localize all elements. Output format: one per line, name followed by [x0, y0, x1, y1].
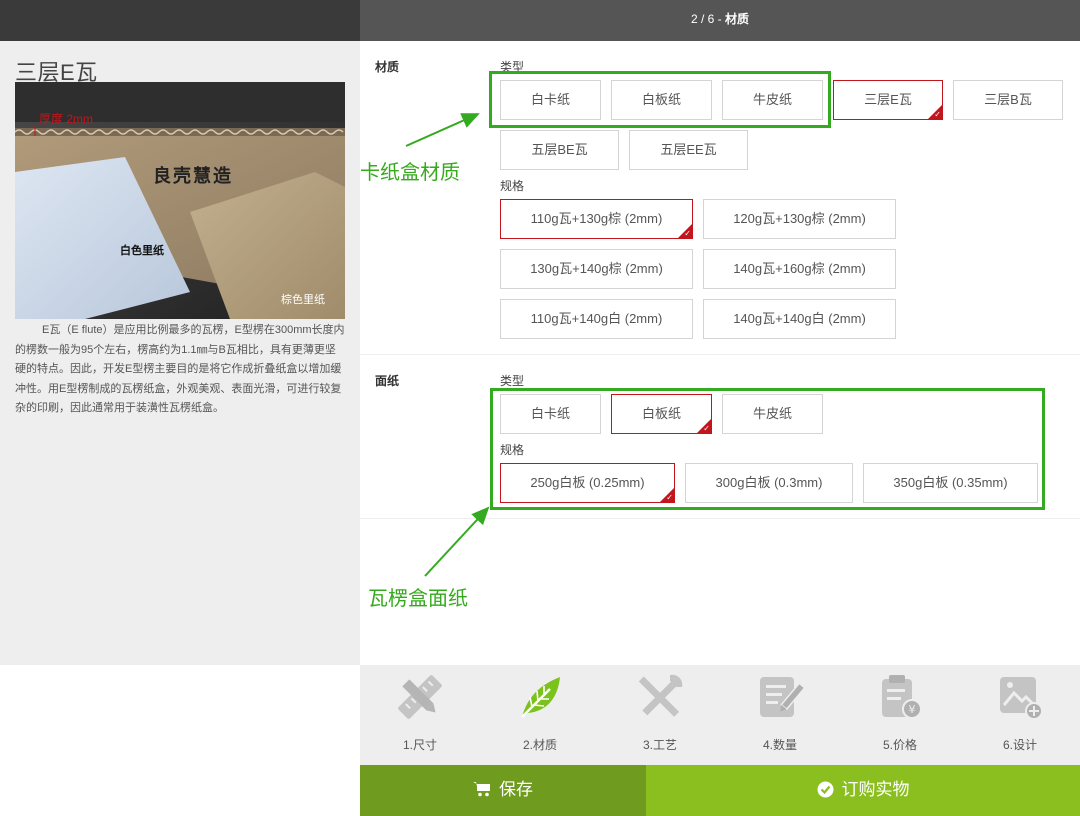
annotation-corrugated-facing: 瓦楞盒面纸	[368, 586, 468, 610]
facing-paper-section: 面纸 类型 白卡纸 白板纸 ✓ 牛皮纸 规格 250g白板 (0.25mm) ✓ 3…	[360, 355, 1080, 519]
facing-spec-option[interactable]: 350g白板 (0.35mm)	[863, 463, 1038, 503]
thickness-label: 厚度 2mm	[39, 112, 94, 126]
annotation-cardboard-material: 卡纸盒材质	[360, 160, 460, 184]
check-icon: ✓	[666, 493, 673, 502]
step-label: 4.数量	[762, 738, 797, 752]
material-spec-option[interactable]: 120g瓦+130g棕 (2mm)	[703, 199, 896, 239]
check-circle-icon	[817, 781, 833, 798]
tools-icon	[638, 674, 683, 717]
material-section: 材质 类型 白卡纸 白板纸 牛皮纸 三层E瓦 ✓ 三层B瓦 五层BE瓦 五层EE瓦…	[360, 41, 1080, 355]
step-design[interactable]: 6.设计	[960, 665, 1080, 765]
material-type-option[interactable]: 白板纸	[611, 80, 712, 120]
material-type-label: 类型	[500, 60, 525, 74]
header-left-bar	[0, 0, 360, 41]
material-type-option[interactable]: 牛皮纸	[722, 80, 823, 120]
material-type-option[interactable]: 三层B瓦	[953, 80, 1063, 120]
facing-section-label: 面纸	[375, 374, 400, 388]
step-label: 2.材质	[522, 738, 557, 752]
price-clipboard-icon: ¥	[882, 675, 922, 719]
step-material-active[interactable]: 2.材质	[480, 665, 600, 765]
product-description: E瓦（E flute）是应用比例最多的瓦楞，E型楞在300mm长度内的楞数一般为…	[15, 324, 345, 414]
product-photo: 厚度 2mm 良壳慧造 白色里纸 棕色里纸	[15, 82, 345, 319]
step-label: 5.价格	[882, 738, 917, 752]
step-label: 6.设计	[1002, 738, 1037, 752]
facing-spec-option[interactable]: 300g白板 (0.3mm)	[685, 463, 853, 503]
image-add-icon	[1000, 677, 1043, 720]
material-spec-option[interactable]: 130g瓦+140g棕 (2mm)	[500, 249, 693, 289]
material-spec-option[interactable]: 140g瓦+140g白 (2mm)	[703, 299, 896, 339]
material-type-option-selected[interactable]: 三层E瓦 ✓	[833, 80, 943, 120]
step-navigation: 1.尺寸 2.材质 3.工艺 4.数量 ¥ 5.价格 6.设计	[360, 665, 1080, 765]
step-label: 3.工艺	[642, 738, 677, 752]
step-header: 2 / 6 - 材质	[360, 0, 1080, 41]
material-spec-option[interactable]: 110g瓦+140g白 (2mm)	[500, 299, 693, 339]
material-type-option[interactable]: 五层EE瓦	[629, 130, 748, 170]
check-icon: ✓	[703, 424, 710, 433]
material-spec-label: 规格	[500, 179, 525, 193]
material-type-option[interactable]: 白卡纸	[500, 80, 601, 120]
facing-type-label: 类型	[500, 374, 525, 388]
facing-type-option-selected[interactable]: 白板纸 ✓	[611, 394, 712, 434]
material-type-option[interactable]: 五层BE瓦	[500, 130, 619, 170]
material-spec-option-selected[interactable]: 110g瓦+130g棕 (2mm) ✓	[500, 199, 693, 239]
white-liner-label: 白色里纸	[120, 245, 164, 257]
save-button-label: 保存	[499, 780, 533, 799]
leaf-icon	[521, 677, 560, 718]
facing-type-option[interactable]: 牛皮纸	[722, 394, 823, 434]
ruler-pencil-icon	[398, 675, 442, 719]
cart-icon	[473, 782, 490, 797]
facing-spec-option-selected[interactable]: 250g白板 (0.25mm) ✓	[500, 463, 675, 503]
step-counter: 2 / 6 -	[690, 12, 725, 26]
step-name: 材质	[725, 12, 750, 26]
svg-text:¥: ¥	[909, 703, 916, 716]
brown-liner-label: 棕色里纸	[281, 294, 325, 306]
material-spec-option[interactable]: 140g瓦+160g棕 (2mm)	[703, 249, 896, 289]
check-icon: ✓	[684, 229, 691, 238]
step-quantity[interactable]: 4.数量	[720, 665, 840, 765]
step-craft[interactable]: 3.工艺	[600, 665, 720, 765]
page: 2 / 6 - 材质 三层E瓦 厚度 2mm 良壳慧造 白色里纸 棕色里纸 E瓦…	[0, 0, 1080, 816]
check-icon: ✓	[934, 110, 941, 119]
step-price[interactable]: ¥ 5.价格	[840, 665, 960, 765]
brand-logo-text: 良壳慧造	[153, 166, 233, 186]
step-label: 1.尺寸	[402, 738, 437, 752]
product-info-panel: 三层E瓦 厚度 2mm 良壳慧造 白色里纸 棕色里纸 E瓦（E flute）是应…	[0, 41, 360, 665]
order-button[interactable]: 订购实物	[646, 765, 1080, 816]
material-section-label: 材质	[375, 60, 400, 74]
step-size[interactable]: 1.尺寸	[360, 665, 480, 765]
order-button-label: 订购实物	[841, 780, 910, 799]
facing-type-option[interactable]: 白卡纸	[500, 394, 601, 434]
save-button[interactable]: 保存	[360, 765, 646, 816]
facing-spec-label: 规格	[500, 443, 525, 457]
edit-list-icon	[760, 677, 804, 717]
